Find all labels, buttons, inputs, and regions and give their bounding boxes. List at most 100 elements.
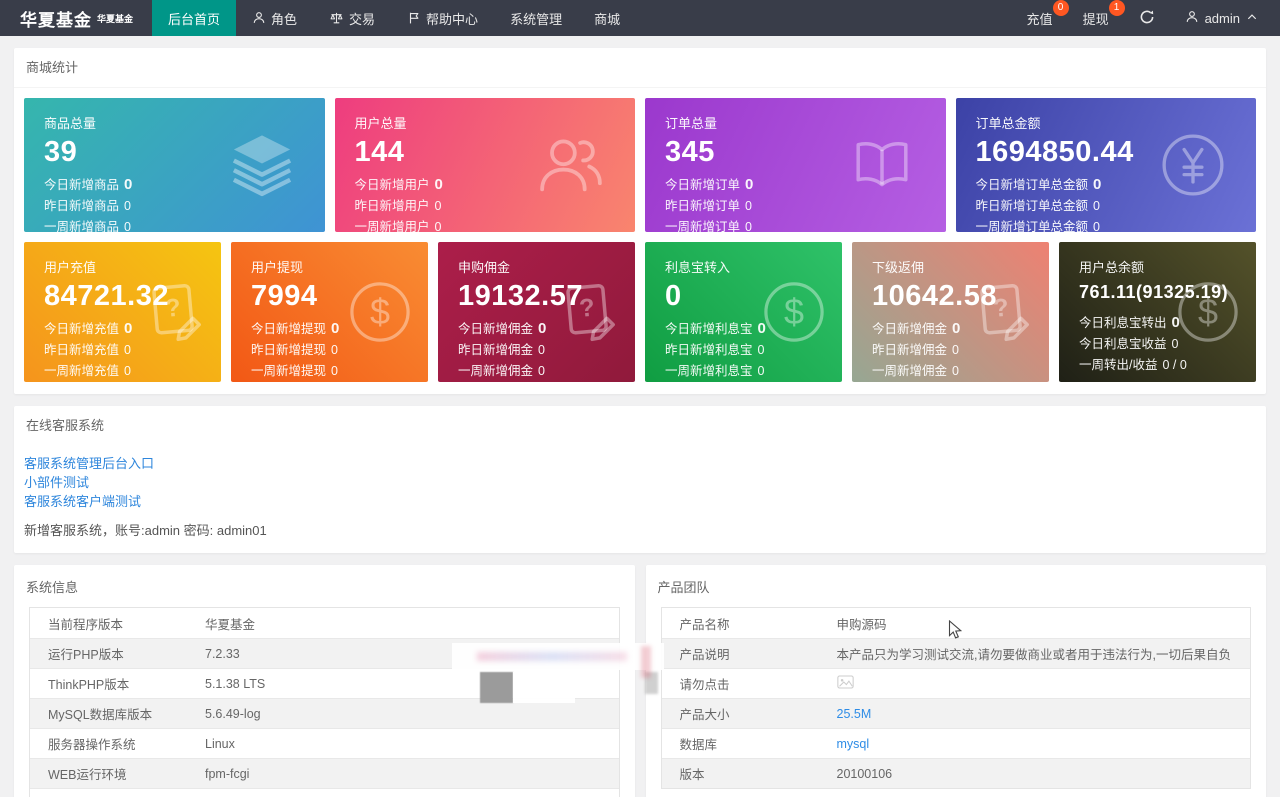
stat-line-value: 0 [1093, 176, 1102, 193]
stat-line-label: 昨日新增佣金 [458, 343, 534, 357]
product-team-panel: 产品团队 产品名称 申购源码产品说明 本产品只为学习测试交流,请勿要做商业或者用于违… [645, 565, 1266, 797]
product-value: 本产品只为学习测试交流,请勿要做商业或者用于违法行为,一切后果自负 [836, 648, 1231, 662]
nav-item-system[interactable]: 系统管理 [494, 0, 578, 36]
system-info-title: 系统信息 [26, 580, 79, 595]
stat-card-line: 一周新增订单 0 [665, 217, 946, 232]
sysinfo-row: ThinkPHP版本 5.1.38 LTS [30, 668, 619, 698]
navbar-right: 充值 0 提现 1 admin [1027, 0, 1280, 36]
nav-item-trade[interactable]: 交易 [313, 0, 391, 36]
logo[interactable]: 华夏基金 华夏基金 [0, 0, 152, 36]
stats-row-2: 用户充值 84721.32 今日新增充值 0 昨日新增充值 0 一周新增充值 0? 用户提现 79… [14, 232, 1266, 394]
sysinfo-label: ThinkPHP版本 [48, 678, 130, 692]
stat-card-title: 利息宝转入 [665, 260, 731, 275]
nav-item-roles[interactable]: 角色 [236, 0, 313, 36]
product-value: 20100106 [836, 766, 893, 781]
scale-icon [329, 11, 344, 25]
stat-card-line: 一周新增佣金 0 [872, 361, 1049, 382]
stat-card-title: 申购佣金 [458, 260, 511, 275]
recharge-button[interactable]: 充值 0 [1027, 0, 1069, 28]
product-team-table: 产品名称 申购源码产品说明 本产品只为学习测试交流,请勿要做商业或者用于违法行为,一… [660, 607, 1251, 789]
nav-item-help[interactable]: 帮助中心 [391, 0, 494, 36]
stat-line-label: 一周新增佣金 [872, 364, 948, 378]
product-value-link[interactable]: mysql [837, 737, 870, 751]
svg-text:$: $ [784, 291, 804, 332]
online-service-title: 在线客服系统 [26, 418, 105, 433]
product-row: 请勿点击 [661, 668, 1251, 698]
nav-item-label: 角色 [271, 11, 298, 27]
sysinfo-value: 华夏基金 [205, 617, 256, 632]
product-value-link[interactable]: 25.5M [837, 707, 872, 721]
stat-line-value: 0 [124, 343, 131, 357]
image-placeholder-icon [836, 675, 854, 692]
stat-line-value: 0 [745, 220, 752, 232]
stat-line-label: 今日新增订单总金额 [975, 178, 1089, 192]
product-label: 版本 [679, 768, 705, 782]
withdraw-button[interactable]: 提现 1 [1082, 0, 1125, 28]
product-label: 产品说明 [679, 648, 730, 662]
svg-text:$: $ [1198, 291, 1218, 332]
stat-card-user-recharge: 用户充值 84721.32 今日新增充值 0 昨日新增充值 0 一周新增充值 0? [24, 242, 221, 382]
stat-line-value: 0 [124, 176, 133, 193]
stat-card-line: 一周新增利息宝 0 [665, 361, 842, 382]
online-service-panel: 在线客服系统 客服系统管理后台入口 小部件测试 客服系统客户端测试 新增客服系统，账… [14, 406, 1266, 553]
sysinfo-value: Linux [205, 736, 235, 751]
user-icon [1185, 10, 1199, 27]
nav-item-label: 交易 [349, 11, 376, 27]
sysinfo-row: 服务器操作系统 Linux [30, 728, 619, 758]
stat-card-total-users: 用户总量 144 今日新增用户 0 昨日新增用户 0 一周新增用户 0 [334, 98, 635, 232]
service-link-service-admin-entry[interactable]: 客服系统管理后台入口 [24, 454, 1251, 473]
admin-dashboard: { "nav": { "logo": "华夏基金", "logo_sup": "… [0, 0, 1280, 797]
stat-line-value: 0 [538, 364, 545, 378]
stat-line-label: 昨日新增充值 [44, 343, 120, 357]
product-row: 产品说明 本产品只为学习测试交流,请勿要做商业或者用于违法行为,一切后果自负 [661, 638, 1250, 668]
product-value: mysql [837, 737, 1251, 751]
stat-card-order-total-amount: 订单总金额 1694850.44 今日新增订单总金额 0 昨日新增订单总金额 0 一周新增订… [955, 98, 1256, 232]
service-link-widget-test[interactable]: 小部件测试 [24, 473, 1251, 492]
users-icon [533, 127, 609, 203]
nav-item-home[interactable]: 后台首页 [152, 0, 237, 36]
layers-icon [225, 128, 299, 202]
stat-line-value: 0 [124, 320, 133, 337]
stat-line-value: 0 [745, 176, 754, 193]
logo-sup-text: 华夏基金 [97, 13, 134, 24]
stat-card-line: 一周新增商品 0 [44, 217, 325, 232]
stat-line-label: 一周转出/收益 [1079, 358, 1158, 372]
stat-line-label: 昨日新增提现 [251, 343, 327, 357]
dollar-icon: $ [758, 276, 830, 348]
service-link-service-client-test[interactable]: 客服系统客户端测试 [24, 492, 1251, 511]
stat-line-value: 0 [124, 220, 131, 232]
sysinfo-row: 当前程序版本 华夏基金 [30, 608, 619, 638]
system-info-panel: 系统信息 当前程序版本 华夏基金 运行PHP版本 7.2.33 ThinkPHP版本 5.… [14, 565, 635, 797]
product-label: 产品名称 [679, 617, 730, 632]
nav-item-label: 帮助中心 [426, 11, 479, 27]
product-label: 数据库 [679, 738, 718, 752]
withdraw-label: 提现 [1082, 11, 1109, 27]
stat-card-line: 一周新增佣金 0 [458, 361, 635, 382]
stat-card-total-orders: 订单总量 345 今日新增订单 0 昨日新增订单 0 一周新增订单 0 [645, 98, 946, 232]
stat-line-value: 0 [952, 320, 961, 337]
stat-line-value: 0 [331, 343, 338, 357]
stat-line-label: 今日新增订单 [665, 178, 741, 192]
stat-card-line: 一周新增充值 0 [44, 361, 221, 382]
svg-text:$: $ [370, 291, 390, 332]
sysinfo-row: 运行PHP版本 7.2.33 [30, 638, 619, 668]
sysinfo-row: WEB运行环境 fpm-fcgi [30, 758, 619, 788]
mall-stats-panel: 商城统计 商品总量 39 今日新增商品 0 昨日新增商品 0 一周新增商品 0 用户总量 144 今… [14, 48, 1266, 394]
service-note: 新增客服系统，账号:admin 密码: admin01 [24, 523, 267, 538]
refresh-icon[interactable] [1139, 9, 1155, 28]
stat-line-value: 0 [952, 364, 959, 378]
stat-card-title: 用户总余额 [1079, 260, 1145, 275]
stat-line-label: 一周新增提现 [251, 364, 327, 378]
stat-line-label: 一周新增订单 [665, 220, 741, 232]
stat-line-label: 昨日新增佣金 [872, 343, 948, 357]
product-row: 产品名称 申购源码 [662, 608, 1251, 638]
doc-icon: ? [139, 277, 209, 347]
stat-card-title: 下级返佣 [872, 260, 925, 275]
admin-menu[interactable]: admin [1185, 10, 1258, 27]
product-team-title: 产品团队 [657, 580, 710, 595]
svg-text:?: ? [992, 294, 1010, 323]
nav-item-mall[interactable]: 商城 [578, 0, 636, 36]
stat-line-value: 0 [331, 364, 338, 378]
stat-line-label: 昨日新增利息宝 [665, 343, 753, 357]
product-value [836, 675, 1251, 692]
